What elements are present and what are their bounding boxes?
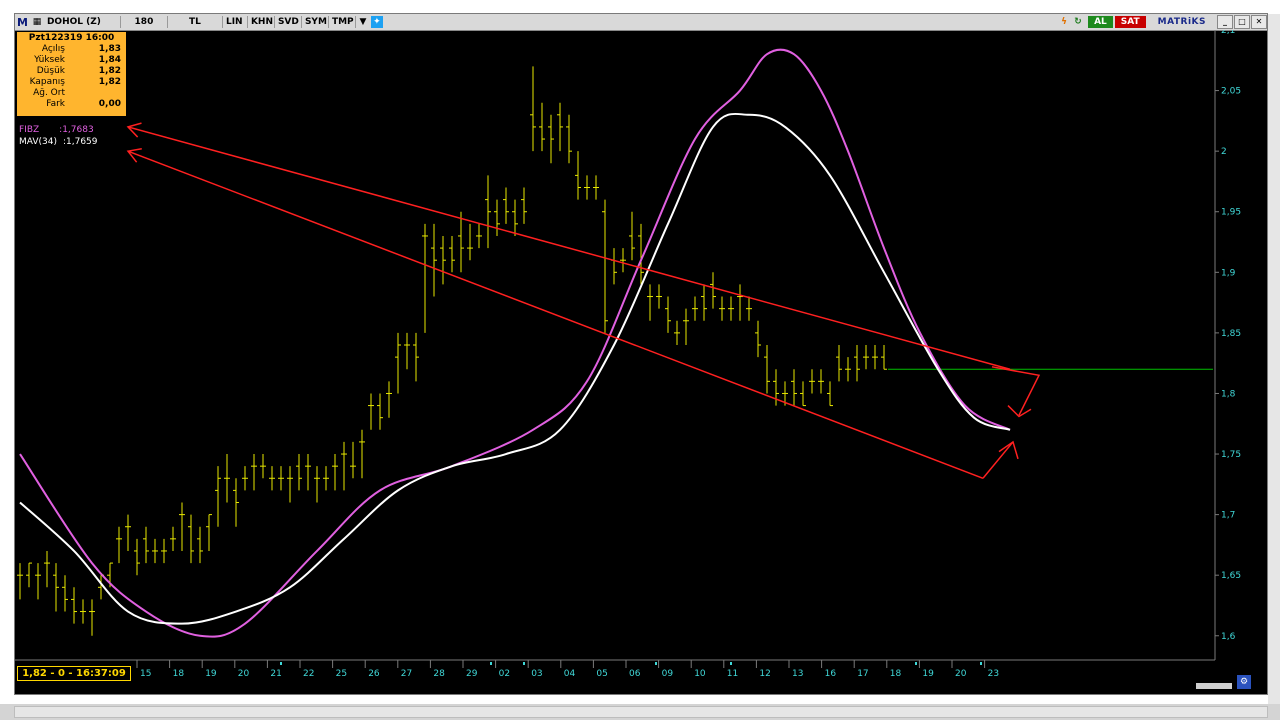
time-tick-label: 28 [433,669,445,679]
info-row-avg: Ağ. Ort [33,88,65,98]
time-tick-label: 13 [792,669,803,679]
dropdown-arrow-icon[interactable]: ▼ [357,16,369,28]
trendline-arrow-right-lower [982,441,1014,479]
sell-button[interactable]: SAT [1114,16,1146,28]
price-tick-label: 1,75 [1221,450,1241,460]
info-row-diff: Fark 0,00 [46,99,121,109]
time-tick-label: 09 [662,669,674,679]
twitter-icon[interactable]: ✦ [370,16,383,28]
time-tick-label: 17 [857,669,868,679]
ohlc-info-box: Pzt122319 16:00 Açılış 1,83 Yüksek 1,84 Dü… [17,32,126,116]
time-tick-label: 29 [466,669,478,679]
time-tick-label: 04 [564,669,576,679]
time-tick-label: 22 [303,669,314,679]
info-row-high: Yüksek 1,84 [34,55,121,65]
brand-label: MATRiKS [1157,17,1206,27]
time-tick-label: 18 [173,669,185,679]
close-icon[interactable]: ✕ [1251,15,1267,29]
toolbar: M ▦ DOHOL (Z) 180 TL LIN KHN SVD SYM TMP… [15,14,1267,31]
time-marker [280,662,282,665]
time-tick-label: 11 [727,669,738,679]
time-marker [915,662,917,665]
lin-button[interactable]: LIN [223,16,248,28]
time-tick-label: 06 [629,669,641,679]
time-tick-label: 12 [759,669,770,679]
time-tick-label: 15 [140,669,151,679]
time-marker [523,662,525,665]
minimize-icon[interactable]: _ [1217,15,1233,29]
time-tick-label: 19 [922,669,934,679]
time-tick-label: 05 [596,669,607,679]
trendline-arrow-right-upper [991,366,1041,416]
currency-field[interactable]: TL [168,16,223,28]
info-row-low: Düşük 1,82 [36,66,121,76]
time-tick-label: 18 [890,669,902,679]
mini-scrollbar[interactable] [1196,683,1232,689]
time-tick-label: 23 [988,669,999,679]
maximize-icon[interactable]: □ [1234,15,1250,29]
lightning-icon[interactable]: ϟ [1058,16,1070,28]
price-tick-label: 1,6 [1221,632,1236,642]
status-readout: 1,82 - 0 - 16:37:09 [17,666,131,681]
time-tick-label: 27 [401,669,412,679]
svd-button[interactable]: SVD [275,16,302,28]
period-field[interactable]: 180 [121,16,168,28]
info-row-open: Açılış 1,83 [41,44,121,54]
mav-line [19,112,1011,625]
time-tick-label: 21 [270,669,281,679]
info-row-close: Kapanış 1,82 [29,77,121,87]
price-tick-label: 2,05 [1221,87,1241,97]
time-tick-label: 10 [694,669,706,679]
sym-button[interactable]: SYM [302,16,329,28]
trendline [127,126,1011,370]
time-tick-label: 03 [531,669,542,679]
price-tick-label: 1,9 [1221,268,1236,278]
khn-button[interactable]: KHN [248,16,275,28]
price-tick-label: 1,8 [1221,389,1236,399]
indicator-legend: FIBZ:1,7683 MAV(34):1,7659 [19,124,98,148]
time-tick-label: 02 [499,669,510,679]
time-tick-label: 20 [955,669,967,679]
price-tick-label: 2,1 [1221,30,1235,36]
grid-icon[interactable]: ▦ [31,16,43,28]
refresh-icon[interactable]: ↻ [1072,16,1084,28]
time-marker [655,662,657,665]
settings-corner-icon[interactable]: ⚙ [1237,675,1251,689]
price-tick-label: 1,7 [1221,511,1235,521]
trendline [127,150,984,479]
price-tick-label: 1,65 [1221,571,1241,581]
info-date: Pzt122319 16:00 [28,33,115,43]
vertical-scrollbar[interactable] [1268,14,1280,704]
legend-fibz: FIBZ:1,7683 [19,125,94,135]
buy-button[interactable]: AL [1088,16,1113,28]
time-marker [980,662,982,665]
price-tick-label: 1,85 [1221,329,1241,339]
time-tick-label: 20 [238,669,250,679]
time-tick-label: 16 [825,669,837,679]
time-marker [730,662,732,665]
legend-mav: MAV(34):1,7659 [19,137,98,147]
horizontal-scrollbar[interactable] [14,706,1268,718]
price-tick-label: 1,95 [1221,208,1241,218]
time-tick-label: 19 [205,669,217,679]
price-tick-label: 2 [1221,147,1227,157]
price-chart[interactable]: 1,6 1,65 1,7 1,75 1,8 1,85 1,9 1,95 2 2,05 2,1 15 18… [15,30,1267,680]
tmp-button[interactable]: TMP [329,16,356,28]
time-tick-label: 25 [336,669,347,679]
time-marker [490,662,492,665]
time-tick-label: 26 [368,669,380,679]
symbol-field[interactable]: DOHOL (Z) [44,16,121,28]
matriks-logo-icon[interactable]: M [15,16,30,29]
